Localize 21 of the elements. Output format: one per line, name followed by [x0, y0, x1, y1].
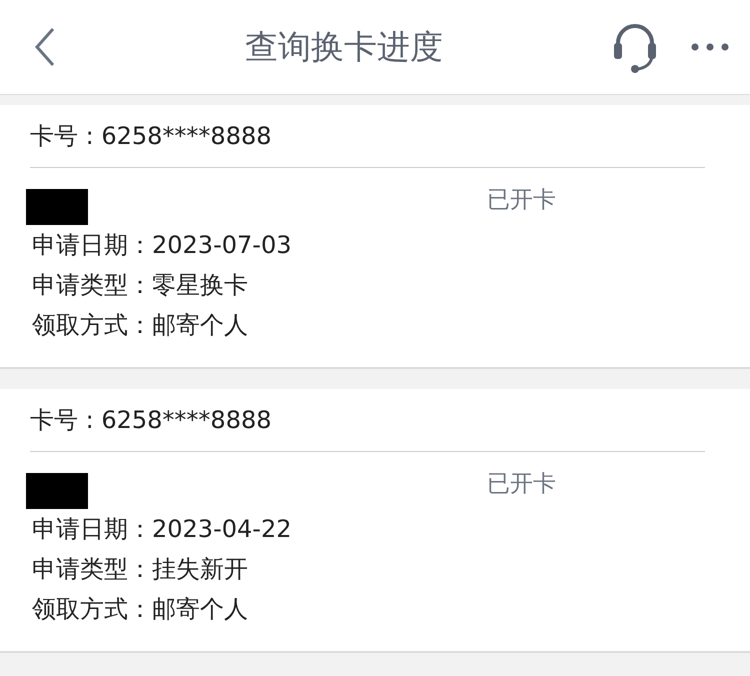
- field-label: 申请日期：: [32, 231, 152, 259]
- field-value: 2023-07-03: [152, 231, 292, 259]
- card-number: 卡号 : 6258****8888: [30, 121, 272, 152]
- field-value: 邮寄个人: [152, 311, 248, 339]
- card-number: 卡号 : 6258****8888: [30, 405, 272, 436]
- status-label: 已开卡: [487, 470, 556, 499]
- field-value: 零星换卡: [152, 271, 248, 299]
- page-title: 查询换卡进度: [245, 26, 443, 68]
- back-icon[interactable]: [33, 27, 57, 67]
- field-value: 挂失新开: [152, 555, 248, 583]
- field-label: 领取方式：: [32, 311, 152, 339]
- field-value: 邮寄个人: [152, 595, 248, 623]
- field-value: 2023-04-22: [152, 515, 292, 543]
- status-label: 已开卡: [487, 186, 556, 215]
- redacted-name: [26, 189, 88, 225]
- field-label: 申请类型：: [32, 271, 152, 299]
- field-label: 申请类型：: [32, 555, 152, 583]
- more-icon[interactable]: [690, 42, 730, 52]
- redacted-name: [26, 473, 88, 509]
- field-label: 领取方式：: [32, 595, 152, 623]
- field-label: 申请日期：: [32, 515, 152, 543]
